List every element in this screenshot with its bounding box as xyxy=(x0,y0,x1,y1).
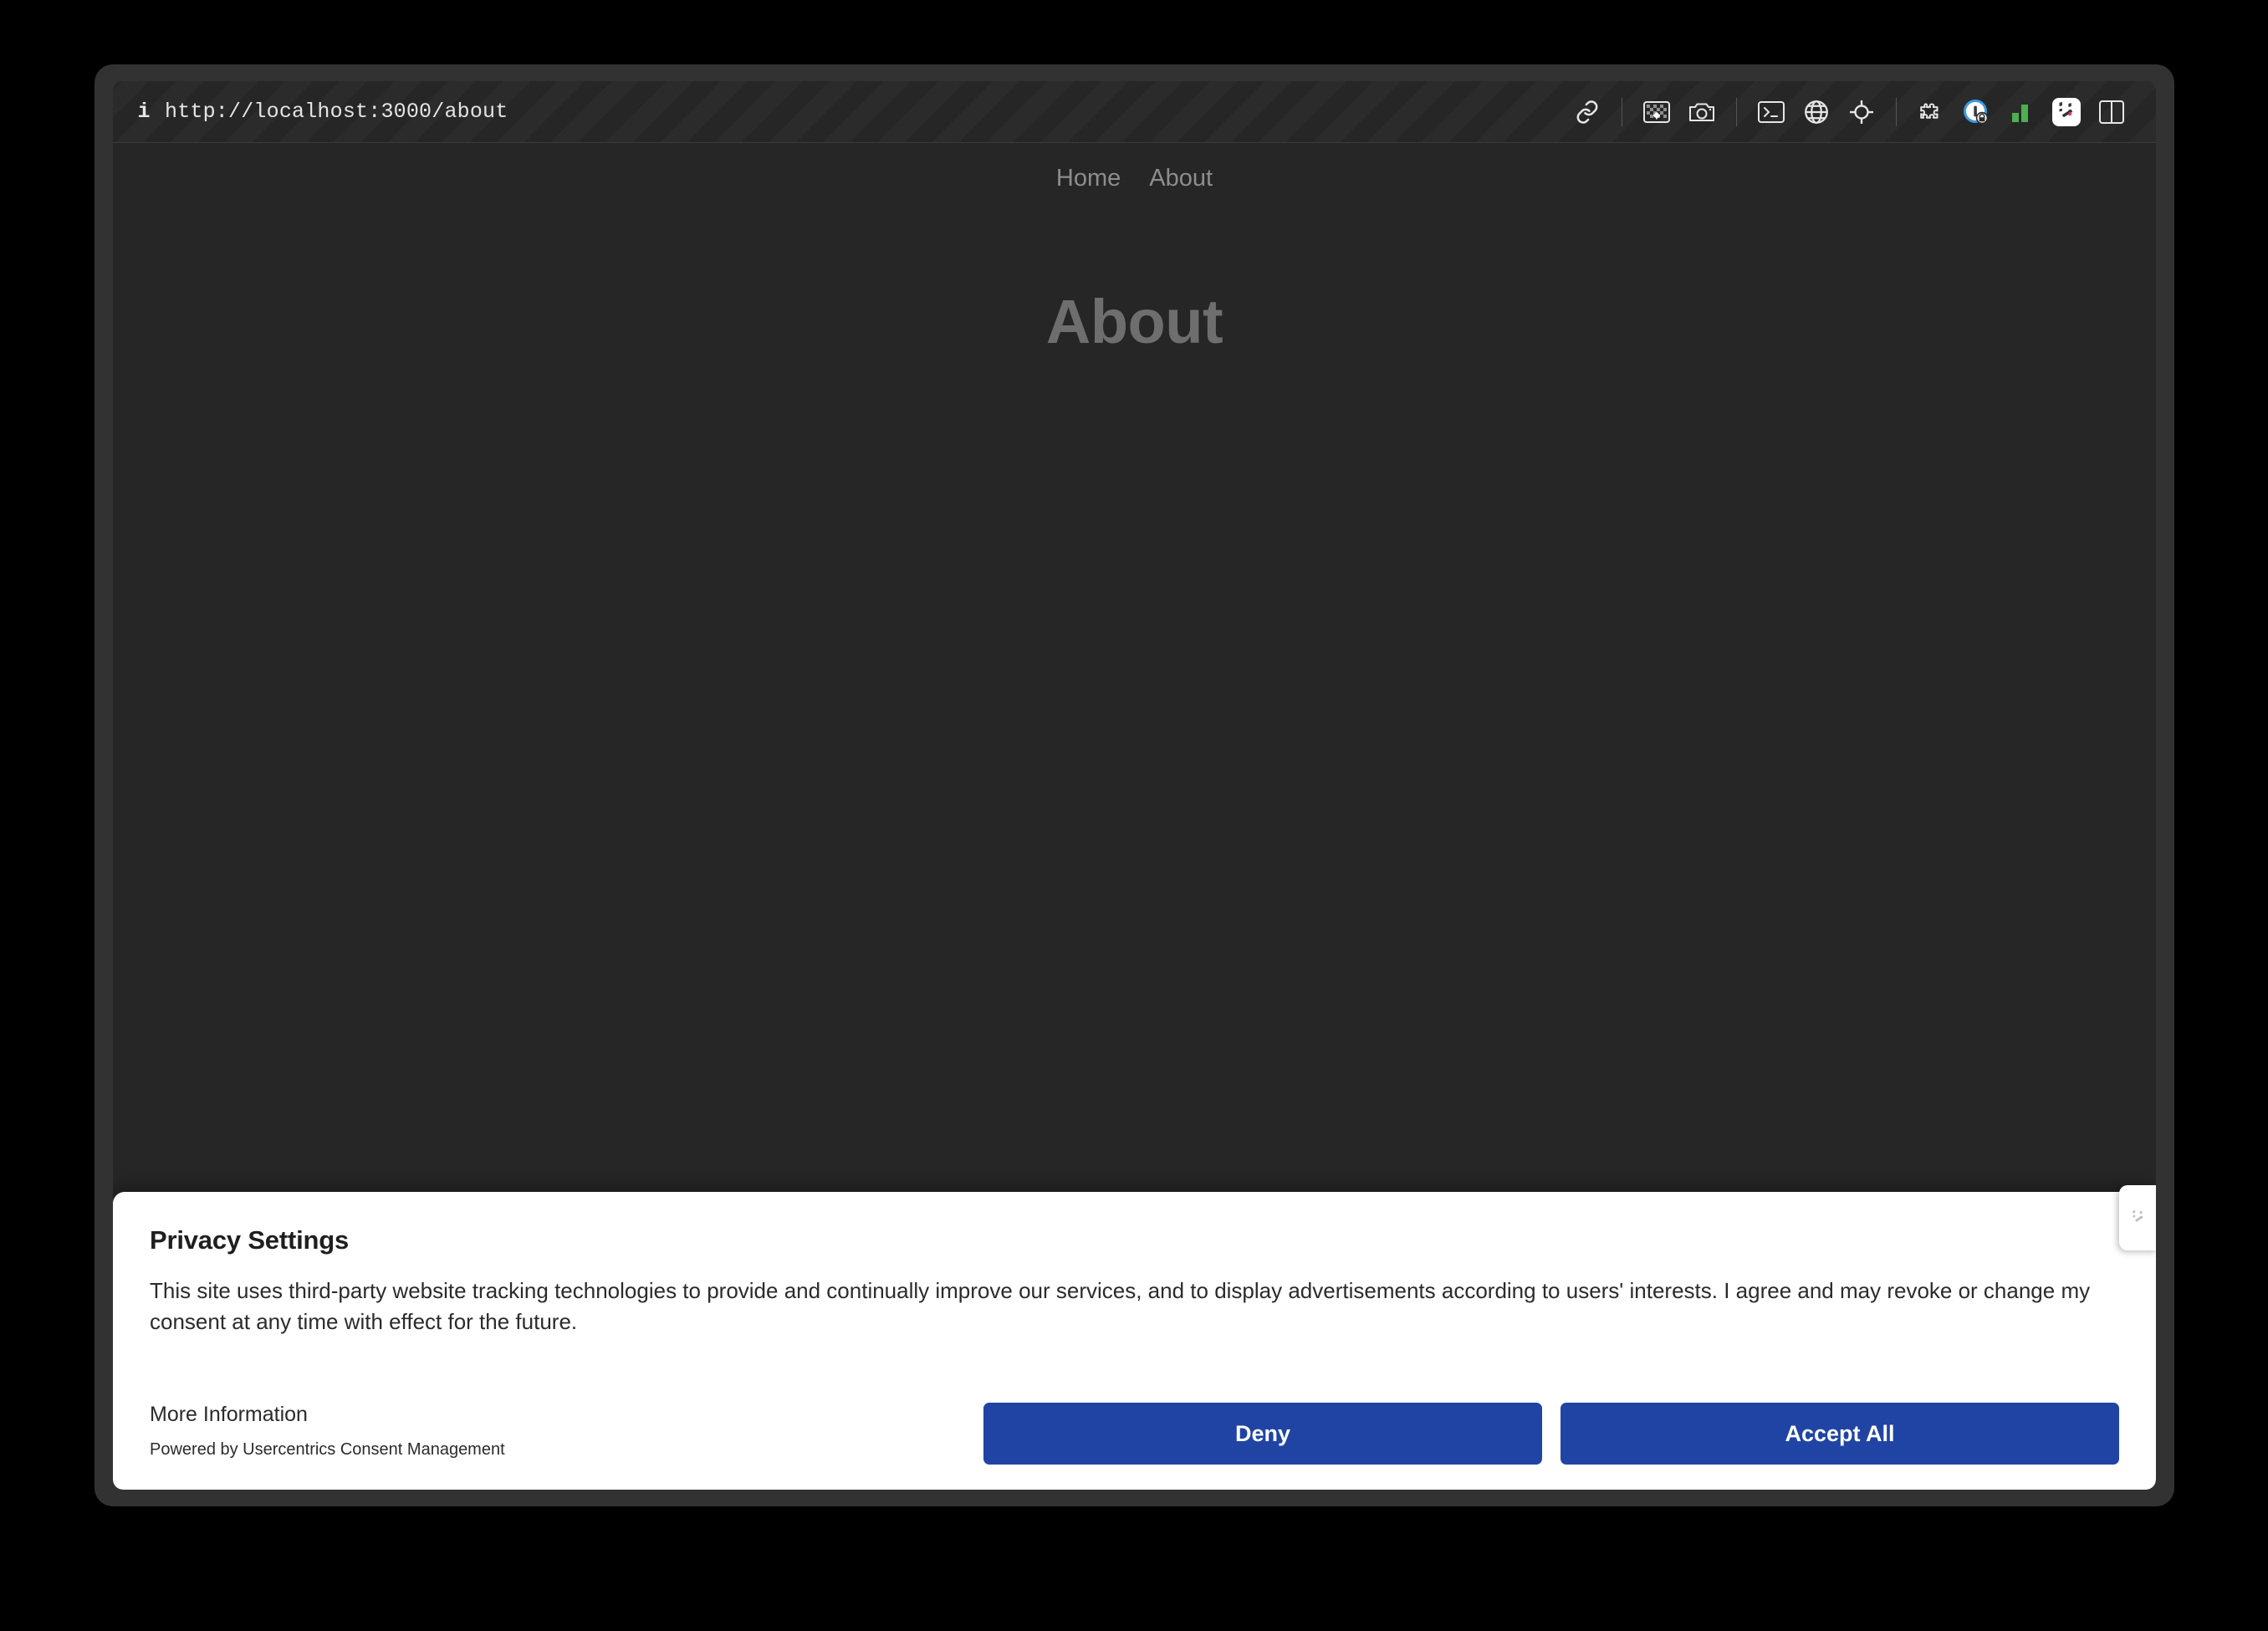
site-nav: Home About xyxy=(113,143,2156,192)
browser-window: i http://localhost:3000/about Home About… xyxy=(94,64,2174,1506)
accept-all-button[interactable]: Accept All xyxy=(1561,1403,2119,1465)
toolbar-separator xyxy=(1896,97,1897,126)
link-icon[interactable] xyxy=(1565,91,1610,133)
app-logo-side-tab[interactable] xyxy=(2119,1185,2156,1250)
terminal-icon[interactable] xyxy=(1749,91,1794,133)
privacy-consent-dialog: Privacy Settings This site uses third-pa… xyxy=(113,1185,2156,1490)
info-icon[interactable]: i xyxy=(130,100,158,124)
url-bar-text[interactable]: http://localhost:3000/about xyxy=(165,100,508,124)
page-title: About xyxy=(1045,287,1223,356)
globe-icon[interactable] xyxy=(1794,91,1839,133)
app-logo-icon xyxy=(2133,1209,2143,1222)
toolbar-actions xyxy=(1565,81,2134,142)
page-viewport: Home About About Privacy Settings This s… xyxy=(113,143,2156,1490)
puzzle-piece-icon[interactable] xyxy=(1908,91,1954,133)
split-view-icon[interactable] xyxy=(2089,91,2134,133)
browser-toolbar: i http://localhost:3000/about xyxy=(113,81,2156,143)
deny-button[interactable]: Deny xyxy=(983,1403,1542,1465)
green-bars-icon[interactable] xyxy=(1999,91,2044,133)
consent-dialog-footer: More Information Powered by Usercentrics… xyxy=(150,1403,2119,1465)
app-logo-icon[interactable] xyxy=(2044,91,2089,133)
consent-dialog-body: This site uses third-party website track… xyxy=(150,1278,2091,1334)
image-placeholder-icon[interactable] xyxy=(1634,91,1679,133)
more-information-link[interactable]: More Information xyxy=(150,1403,505,1427)
crosshair-target-icon[interactable] xyxy=(1839,91,1884,133)
toolbar-separator xyxy=(1736,97,1737,126)
nav-link-home[interactable]: Home xyxy=(1056,165,1121,192)
privacy-badge-icon[interactable] xyxy=(1954,91,1999,133)
consent-links: More Information Powered by Usercentrics… xyxy=(150,1403,505,1465)
consent-dialog-title: Privacy Settings xyxy=(150,1225,350,1255)
nav-link-about[interactable]: About xyxy=(1149,165,1213,192)
camera-icon[interactable] xyxy=(1679,91,1724,133)
consent-buttons: Deny Accept All xyxy=(983,1403,2119,1465)
powered-by-label: Powered by Usercentrics Consent Manageme… xyxy=(150,1440,505,1459)
